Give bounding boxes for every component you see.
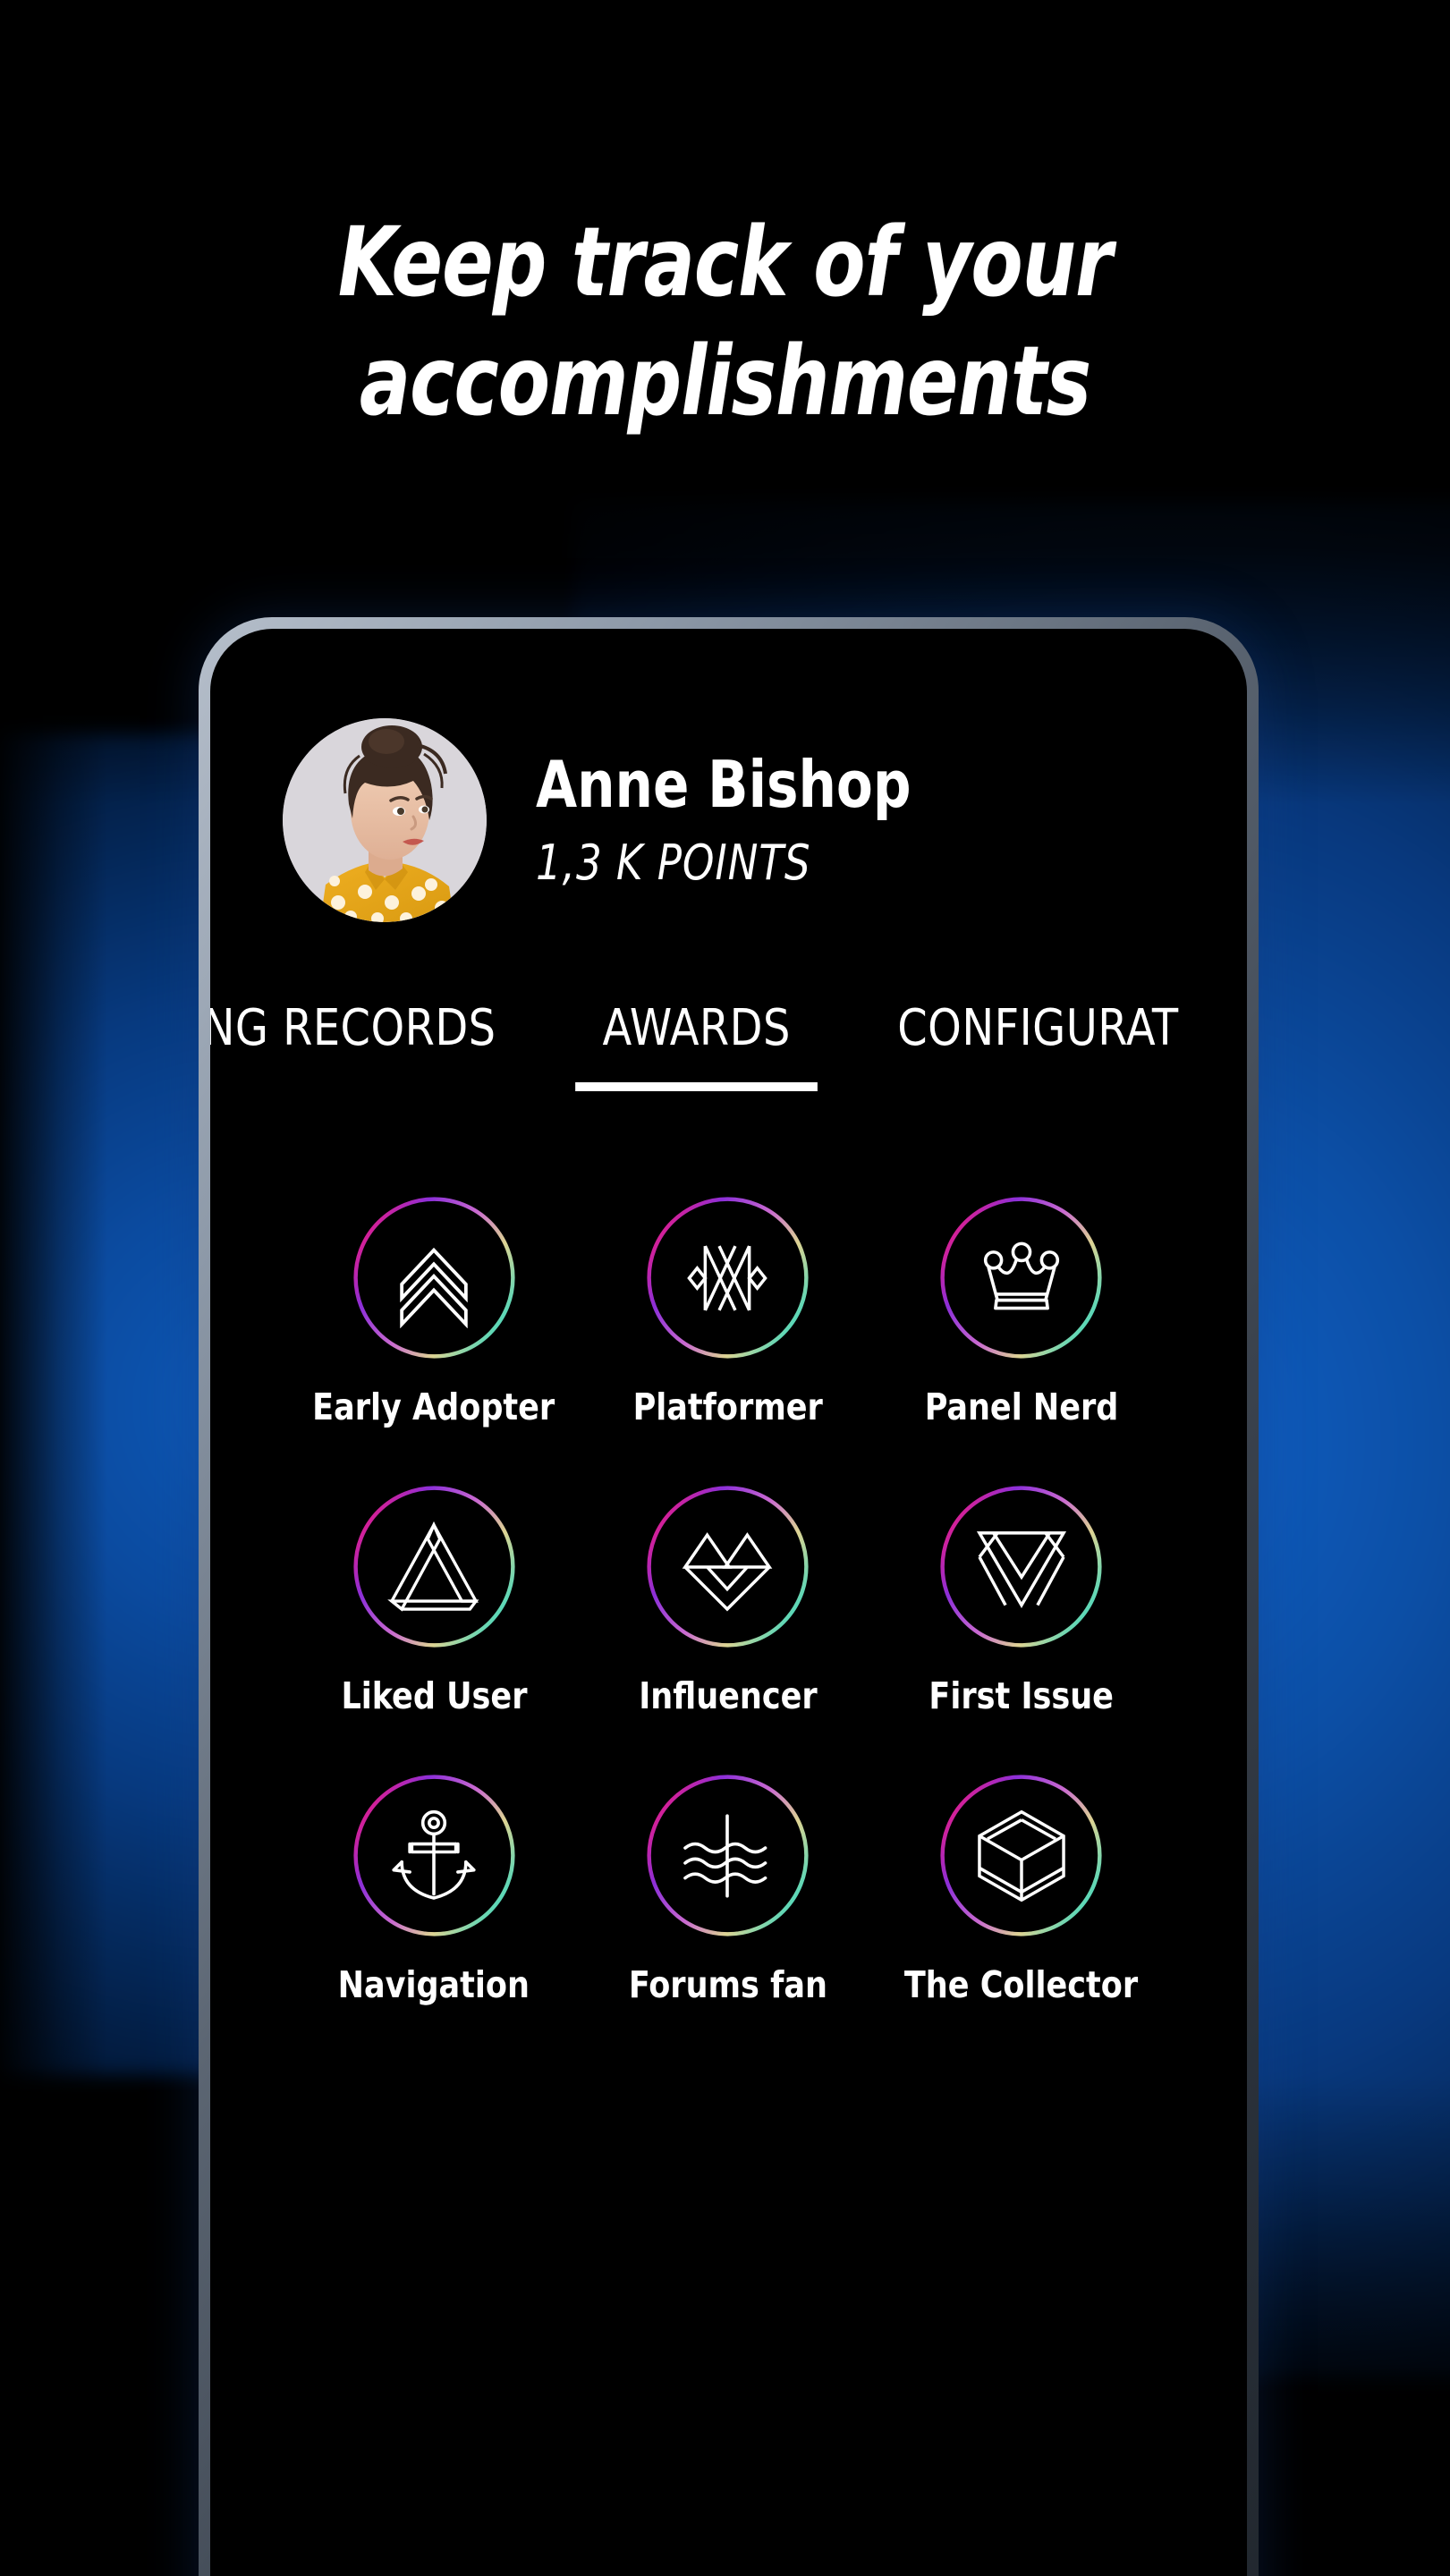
award-label: First Issue	[929, 1674, 1115, 1717]
profile-header: Anne Bishop 1,3 K POINTS	[210, 629, 1247, 922]
tab-awards[interactable]: AWARDS	[574, 999, 818, 1091]
avatar-photo	[283, 718, 487, 922]
award-ring	[938, 1195, 1104, 1360]
award-label: Navigation	[337, 1963, 530, 2006]
award-ring	[645, 1195, 810, 1360]
penrose-triangle-icon	[384, 1517, 484, 1617]
award-ring	[645, 1773, 810, 1938]
award-item[interactable]: First Issue	[875, 1484, 1168, 1717]
award-label: The Collector	[904, 1963, 1139, 2006]
awards-grid: Early Adopter Platformer Panel Nerd Like…	[210, 1195, 1247, 2006]
award-ring	[352, 1773, 517, 1938]
award-label: Forums fan	[628, 1963, 827, 2006]
award-item[interactable]: Liked User	[287, 1484, 581, 1717]
award-ring	[352, 1195, 517, 1360]
award-label: Platformer	[632, 1385, 823, 1428]
tab-reading-records[interactable]: ING RECORDS	[210, 999, 523, 1057]
double-chevron-up-icon	[384, 1228, 484, 1328]
award-item[interactable]: Platformer	[581, 1195, 874, 1428]
award-ring	[645, 1484, 810, 1649]
award-item[interactable]: Forums fan	[581, 1773, 874, 2006]
award-item[interactable]: The Collector	[875, 1773, 1168, 2006]
lattice-weave-icon	[677, 1228, 777, 1328]
profile-name: Anne Bishop	[536, 746, 912, 822]
promo-headline-line1: Keep track of your	[337, 208, 1113, 318]
award-item[interactable]: Panel Nerd	[875, 1195, 1168, 1428]
award-ring	[352, 1484, 517, 1649]
promo-headline: Keep track of your accomplishments	[87, 204, 1362, 441]
award-label: Early Adopter	[312, 1385, 555, 1428]
tab-configuration[interactable]: CONFIGURAT	[870, 999, 1206, 1057]
award-item[interactable]: Influencer	[581, 1484, 874, 1717]
award-ring	[938, 1484, 1104, 1649]
anchor-icon	[384, 1806, 484, 1906]
award-label: Influencer	[638, 1674, 818, 1717]
award-ring	[938, 1773, 1104, 1938]
tab-bar: ING RECORDS AWARDS CONFIGURAT	[210, 999, 1247, 1111]
waves-icon	[677, 1806, 777, 1906]
avatar[interactable]	[283, 718, 487, 922]
award-label: Panel Nerd	[924, 1385, 1119, 1428]
phone-mockup-frame: Anne Bishop 1,3 K POINTS ING RECORDS AWA…	[199, 617, 1259, 2576]
phone-screen: Anne Bishop 1,3 K POINTS ING RECORDS AWA…	[210, 629, 1247, 2576]
isometric-cube-icon	[971, 1806, 1072, 1906]
promo-headline-line2: accomplishments	[359, 326, 1091, 437]
award-label: Liked User	[341, 1674, 528, 1717]
profile-points: 1,3 K POINTS	[536, 835, 811, 892]
profile-text-block: Anne Bishop 1,3 K POINTS	[536, 746, 944, 892]
promo-screenshot: Keep track of your accomplishments Anne …	[0, 0, 1450, 2576]
geometric-heart-icon	[677, 1517, 777, 1617]
award-item[interactable]: Early Adopter	[287, 1195, 581, 1428]
award-item[interactable]: Navigation	[287, 1773, 581, 2006]
crown-icon	[971, 1228, 1072, 1328]
nested-chevron-down-icon	[971, 1517, 1072, 1617]
